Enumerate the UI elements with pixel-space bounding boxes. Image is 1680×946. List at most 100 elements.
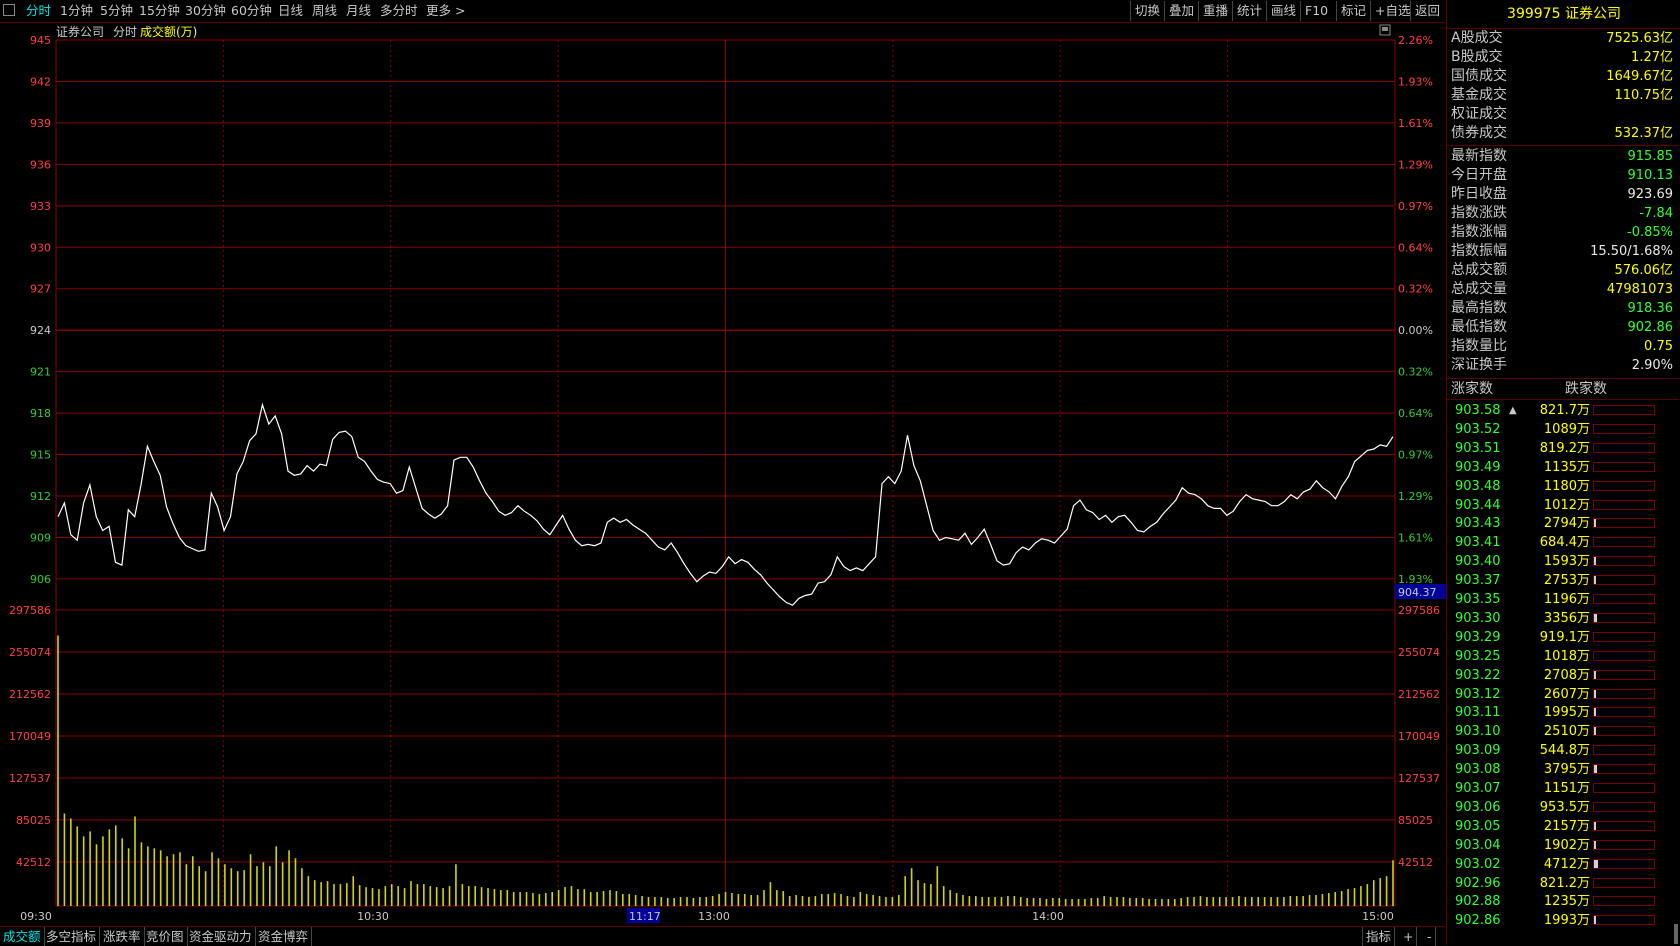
f10-button[interactable]: F10 [1300, 1, 1332, 21]
time-axis: 09:30 10:30 13:00 14:00 15:00 [20, 910, 1394, 923]
tick-price: 903.41 [1455, 535, 1501, 551]
tab-5min[interactable]: 5分钟 [100, 0, 133, 22]
overlay-button[interactable]: 叠加 [1164, 1, 1198, 21]
summary-value: 7525.63亿 [1606, 31, 1673, 46]
price-tick-label: 918 [30, 407, 51, 420]
tick-volume-bar [1593, 783, 1655, 793]
stat-value: 918.36 [1627, 301, 1674, 316]
stats-button[interactable]: 统计 [1232, 1, 1266, 21]
tab-daily[interactable]: 日线 [278, 0, 303, 22]
tick-row: 903.25 1018万 [1447, 647, 1679, 666]
up-count-label: 涨家数 [1451, 381, 1493, 397]
price-tick-label: 915 [30, 449, 51, 462]
tick-volume: 2607万 [1543, 686, 1590, 702]
summary-row: 权证成交 [1447, 105, 1679, 124]
tick-price: 903.44 [1455, 497, 1501, 513]
stat-row: 深证换手 2.90% [1447, 356, 1679, 375]
zoom-out-button[interactable]: - [1424, 927, 1436, 946]
tab-1min[interactable]: 1分钟 [60, 0, 93, 22]
tick-row: 902.96 821.2万 [1447, 874, 1679, 893]
tick-volume-bar [1593, 801, 1655, 812]
volume-tick-label: 255074 [9, 646, 51, 659]
window-menu-icon[interactable] [3, 4, 15, 16]
stat-row: 今日开盘 910.13 [1447, 166, 1679, 185]
add-watchlist-button[interactable]: +自选 [1370, 1, 1414, 21]
indicator-tabs: 成交额 多空指标 涨跌率 竞价图 资金驱动力 资金博弈 指标 + - [0, 926, 1446, 946]
tick-row: 903.08 3795万 [1447, 760, 1679, 779]
tick-volume: 953.5万 [1539, 799, 1590, 815]
tick-row: 903.07 1151万 [1447, 779, 1679, 798]
stat-label: 指数涨跌 [1451, 205, 1507, 221]
mark-button[interactable]: 标记 [1336, 1, 1370, 21]
volume-tick-label: 255074 [1398, 646, 1440, 659]
scrollbar[interactable] [1674, 924, 1678, 944]
indicator-button[interactable]: 指标 [1362, 927, 1396, 946]
tick-row: 902.86 1993万 [1447, 911, 1679, 930]
tick-volume: 819.2万 [1539, 440, 1590, 456]
stat-row: 指数振幅 15.50/1.68% [1447, 242, 1679, 261]
pct-tick-label: 0.97% [1398, 449, 1433, 462]
stat-label: 今日开盘 [1451, 167, 1507, 183]
tick-volume: 2157万 [1543, 818, 1590, 834]
tick-row: 903.41 684.4万 [1447, 533, 1679, 552]
volume-tick-label: 297586 [9, 604, 51, 617]
tab-more[interactable]: 更多 > [426, 0, 465, 22]
tab-monthly[interactable]: 月线 [346, 0, 371, 22]
stat-label: 最低指数 [1451, 319, 1507, 335]
chart-legend: 证券公司 分时 成交额(万) [56, 24, 197, 39]
summary-label: 基金成交 [1451, 87, 1507, 103]
tick-volume-bar [1593, 858, 1655, 869]
cursor-price-label: 904.37 [1395, 584, 1446, 599]
tick-row: 903.10 2510万 [1447, 722, 1679, 741]
stat-label: 最新指数 [1451, 148, 1507, 164]
tab-60min[interactable]: 60分钟 [231, 0, 272, 22]
tab-turnover[interactable]: 成交额 [0, 927, 45, 946]
summary-value: 1.27亿 [1631, 50, 1673, 65]
tab-auction[interactable]: 竞价图 [143, 927, 188, 946]
back-button[interactable]: 返回 [1410, 1, 1444, 21]
summary-label: 国债成交 [1451, 68, 1507, 84]
pct-tick-label: 0.97% [1398, 200, 1433, 213]
tab-weekly[interactable]: 周线 [312, 0, 337, 22]
draw-line-button[interactable]: 画线 [1266, 1, 1300, 21]
tab-fund-game[interactable]: 资金博弈 [255, 927, 313, 946]
tick-volume-bar [1593, 896, 1655, 907]
switch-button[interactable]: 切换 [1130, 1, 1164, 21]
tab-30min[interactable]: 30分钟 [185, 0, 226, 22]
tick-price: 903.40 [1455, 554, 1501, 570]
tab-fund-drive[interactable]: 资金驱动力 [186, 927, 256, 946]
stat-label: 深证换手 [1451, 357, 1507, 373]
pct-tick-label: 1.61% [1398, 117, 1433, 130]
stat-label: 指数涨幅 [1451, 224, 1507, 240]
tick-row: 903.09 544.8万 [1447, 741, 1679, 760]
tab-15min[interactable]: 15分钟 [139, 0, 180, 22]
tick-price: 903.05 [1455, 818, 1501, 834]
tick-volume-bar [1593, 556, 1655, 567]
tick-volume: 2510万 [1543, 724, 1590, 740]
tick-volume-bar [1593, 537, 1655, 548]
tick-price: 903.10 [1455, 724, 1501, 740]
volume-tick-label: 170049 [9, 730, 51, 743]
stat-value: 910.13 [1627, 168, 1674, 183]
tick-row: 903.30 3356万 [1447, 609, 1679, 628]
tick-volume: 1902万 [1543, 837, 1590, 853]
tab-advance-decline[interactable]: 涨跌率 [100, 927, 145, 946]
tab-intraday[interactable]: 分时 [26, 0, 51, 22]
price-tick-label: 936 [30, 158, 51, 171]
tick-volume-bar [1593, 688, 1655, 699]
volume-tick-label: 127537 [9, 772, 51, 785]
zoom-in-button[interactable]: + [1400, 927, 1418, 946]
summary-row: 国债成交 1649.67亿 [1447, 67, 1679, 86]
tick-volume: 2794万 [1543, 516, 1590, 532]
tab-long-short[interactable]: 多空指标 [43, 927, 101, 946]
tick-row: 903.12 2607万 [1447, 685, 1679, 704]
tick-price: 903.12 [1455, 686, 1501, 702]
stat-value: 0.75 [1644, 339, 1673, 354]
stat-value: 923.69 [1627, 187, 1674, 202]
pct-tick-label: 1.93% [1398, 573, 1433, 586]
intraday-chart[interactable]: 945 942 939 936 933 930 927 924 921 918 915 912 909 9… [0, 22, 1446, 926]
tick-volume: 821.2万 [1539, 875, 1590, 891]
collapse-icon[interactable] [1379, 24, 1391, 36]
replay-button[interactable]: 重播 [1198, 1, 1232, 21]
tab-multi-intraday[interactable]: 多分时 [380, 0, 418, 22]
